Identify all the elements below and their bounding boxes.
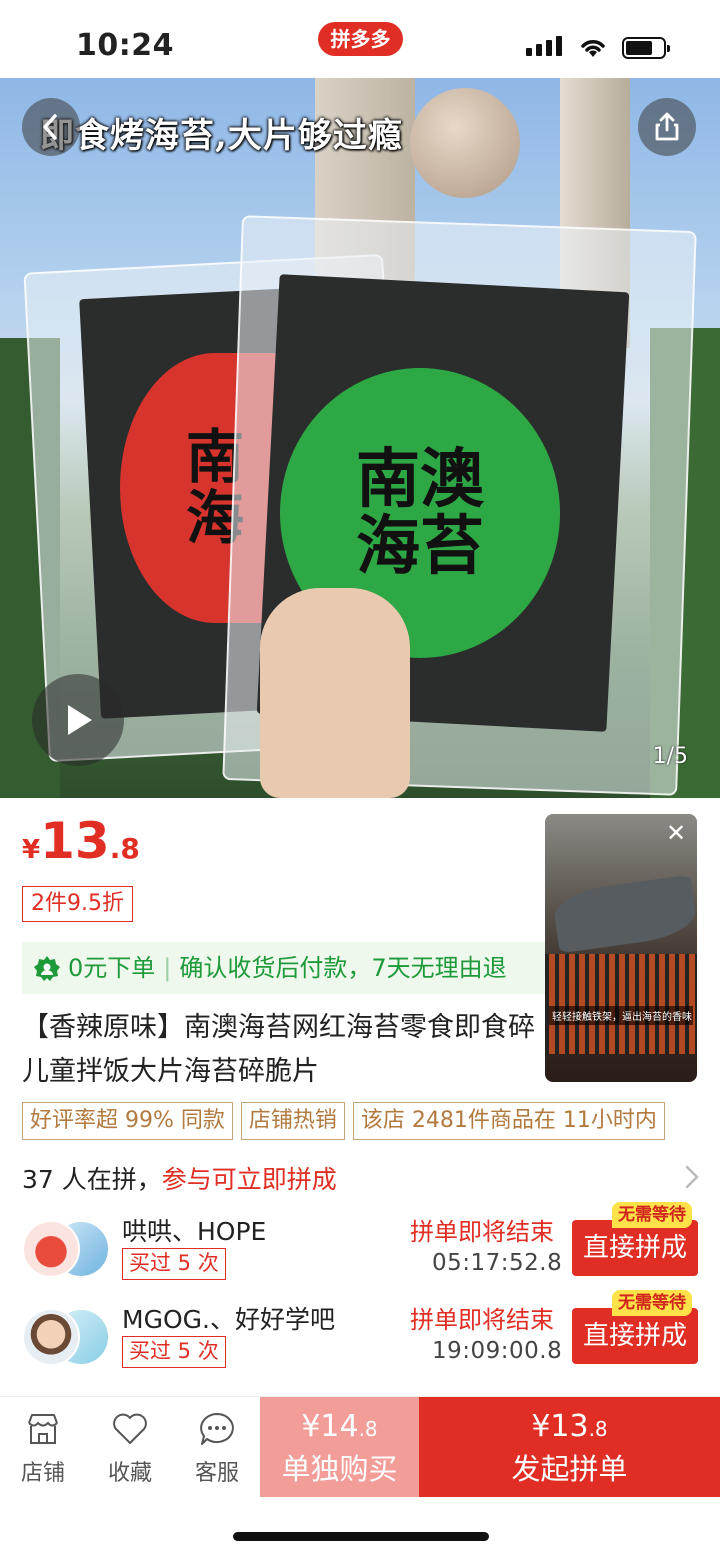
floating-video[interactable]: 轻轻接触铁架，逼出海苔的香味 ✕	[545, 814, 697, 1082]
join-group-button[interactable]: 直接拼成	[572, 1308, 698, 1364]
group-count: 37 人在拼，	[22, 1165, 162, 1194]
group-buy-header[interactable]: 37 人在拼，参与可立即拼成	[22, 1160, 337, 1196]
heart-icon	[113, 1413, 147, 1444]
product-title: 【香辣原味】南澳海苔网红海苔零食即食碎儿童拌饭大片海苔碎脆片	[22, 1012, 535, 1087]
avatar-group	[22, 1220, 114, 1280]
no-wait-badge: 无需等待	[612, 1290, 692, 1316]
bought-times-badge: 买过 5 次	[122, 1336, 226, 1368]
share-button[interactable]	[638, 98, 696, 156]
home-indicator[interactable]	[233, 1532, 489, 1541]
status-bar: 10:24 拼多多	[0, 0, 720, 78]
group-cta: 参与可立即拼成	[161, 1165, 337, 1194]
video-caption: 轻轻接触铁架，逼出海苔的香味	[549, 1006, 693, 1025]
start-group-button[interactable]: ¥13.8 发起拼单	[419, 1397, 720, 1497]
customer-service-button[interactable]: 客服	[182, 1409, 252, 1487]
product-image-carousel[interactable]: 南 海 南澳 海苔 即食烤海苔,大片够过瘾 1/5	[0, 78, 720, 798]
bottom-action-bar: 店铺 收藏 客服 ¥14.8 单独购买 ¥13.8 发起拼单	[0, 1396, 720, 1497]
discount-tag: 2件9.5折	[22, 886, 133, 922]
store-label: 店铺	[20, 1461, 65, 1486]
avatar-group	[22, 1308, 114, 1368]
battery-icon	[622, 37, 670, 59]
group-price: ¥13.8	[22, 812, 140, 870]
single-price: ¥14.8	[301, 1409, 378, 1444]
cellular-signal-icon	[526, 36, 562, 56]
chevron-right-icon[interactable]	[684, 1163, 700, 1191]
promise-detail: 确认收货后付款，7天无理由退	[179, 954, 507, 982]
group-member-names: 哄哄、HOPE	[122, 1217, 267, 1246]
product-tags: 好评率超 99% 同款 店铺热销 该店 2481件商品在 11小时内	[22, 1102, 665, 1140]
avatar	[22, 1308, 80, 1366]
tag-sales[interactable]: 该店 2481件商品在 11小时内	[352, 1102, 665, 1140]
hand	[260, 588, 410, 798]
promise-zero-order: 0元下单	[68, 954, 156, 982]
bought-times-badge: 买过 5 次	[122, 1248, 226, 1280]
avatar	[22, 1220, 80, 1278]
group-row: 哄哄、HOPE 买过 5 次 拼单即将结束 05:17:52.8 直接拼成 无需…	[22, 1202, 698, 1288]
tag-rating[interactable]: 好评率超 99% 同款	[22, 1102, 233, 1140]
single-buy-label: 单独购买	[281, 1452, 398, 1486]
chat-icon	[200, 1413, 234, 1445]
group-ending-text: 拼单即将结束	[410, 1218, 554, 1246]
hero-title: 即食烤海苔,大片够过瘾	[40, 116, 403, 156]
share-icon	[655, 112, 679, 141]
status-time: 10:24	[76, 28, 174, 63]
service-label: 客服	[194, 1461, 239, 1486]
wifi-icon	[581, 40, 605, 57]
favorite-button[interactable]: 收藏	[95, 1409, 165, 1487]
favorite-label: 收藏	[107, 1461, 152, 1486]
badge-icon	[34, 956, 60, 981]
play-icon	[68, 705, 92, 735]
join-group-button[interactable]: 直接拼成	[572, 1220, 698, 1276]
play-video-button[interactable]	[32, 674, 124, 766]
group-row: MGOG.、好好学吧 买过 5 次 拼单即将结束 19:09:00.8 直接拼成…	[22, 1290, 698, 1376]
chevron-left-icon	[43, 114, 57, 140]
image-page-indicator: 1/5	[652, 744, 688, 769]
start-group-label: 发起拼单	[511, 1452, 628, 1486]
group-ending-text: 拼单即将结束	[410, 1306, 554, 1334]
no-wait-badge: 无需等待	[612, 1202, 692, 1228]
back-button[interactable]	[22, 98, 80, 156]
group-countdown: 05:17:52.8	[432, 1250, 563, 1276]
group-member-names: MGOG.、好好学吧	[122, 1305, 335, 1334]
close-video-button[interactable]: ✕	[663, 820, 689, 846]
group-countdown: 19:09:00.8	[432, 1338, 563, 1364]
pay-later-promise[interactable]: 0元下单 | 确认收货后付款，7天无理由退	[22, 942, 562, 994]
buy-single-button[interactable]: ¥14.8 单独购买	[260, 1397, 419, 1497]
tag-hot[interactable]: 店铺热销	[240, 1102, 345, 1140]
group-buy-price: ¥13.8	[531, 1409, 608, 1444]
store-icon	[28, 1414, 58, 1444]
store-button[interactable]: 店铺	[8, 1409, 78, 1487]
app-badge: 拼多多	[318, 22, 403, 56]
